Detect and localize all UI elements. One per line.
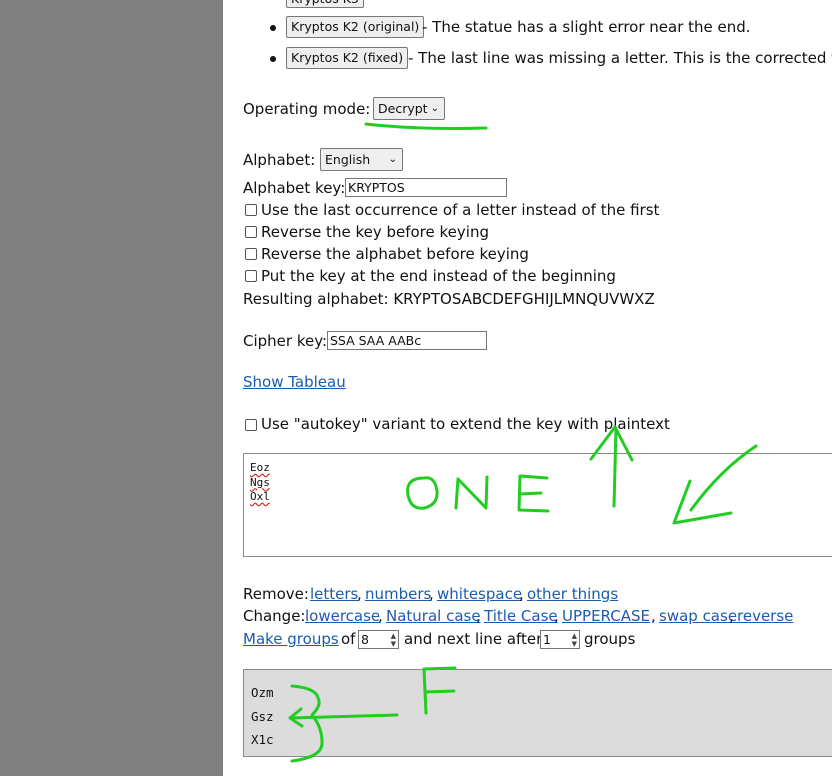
remove-numbers-link[interactable]: numbers xyxy=(365,585,431,603)
comma: , xyxy=(429,585,434,603)
change-reverse-link[interactable]: reverse xyxy=(737,607,793,625)
kryptos-k3-button[interactable]: Kryptos K3 xyxy=(286,0,364,8)
make-groups-link[interactable]: Make groups xyxy=(243,630,339,648)
of-label: of xyxy=(341,630,356,648)
resulting-alphabet: Resulting alphabet: KRYPTOSABCDEFGHIJLMN… xyxy=(243,290,655,308)
input-line: Oxl xyxy=(250,490,270,503)
operating-mode-value: Decrypt xyxy=(378,101,428,116)
chevron-down-icon: ⌄ xyxy=(430,103,439,114)
change-lowercase-link[interactable]: lowercase xyxy=(305,607,380,625)
operating-mode-select[interactable]: Decrypt ⌄ xyxy=(373,97,445,120)
alphabet-value: English xyxy=(325,152,371,167)
next-line-after-label: and next line after xyxy=(404,630,543,648)
output-line: X1c xyxy=(251,732,274,747)
remove-label: Remove: xyxy=(243,585,309,603)
autokey-checkbox[interactable] xyxy=(245,419,257,431)
comma: , xyxy=(554,607,559,625)
reverse-key-checkbox[interactable] xyxy=(245,226,257,238)
comma: , xyxy=(378,607,383,625)
list-bullet xyxy=(270,25,276,31)
show-tableau-link[interactable]: Show Tableau xyxy=(243,373,346,391)
change-uppercase-link[interactable]: UPPERCASE xyxy=(562,607,650,625)
group-size-value: 8 xyxy=(361,632,369,647)
cipher-page: Kryptos K3 Kryptos K2 (original) - The s… xyxy=(223,0,832,776)
key-at-end-checkbox[interactable] xyxy=(245,270,257,282)
change-label: Change: xyxy=(243,607,306,625)
comma: , xyxy=(519,585,524,603)
left-gray-margin xyxy=(0,0,223,776)
reverse-alphabet-checkbox[interactable] xyxy=(245,248,257,260)
stepper-arrows-icon[interactable]: ▲ ▼ xyxy=(572,632,577,648)
kryptos-k2-original-button[interactable]: Kryptos K2 (original) xyxy=(286,16,425,38)
alphabet-key-label: Alphabet key: xyxy=(243,179,346,197)
groups-label: groups xyxy=(584,630,636,648)
groups-count-stepper[interactable]: 1 ▲ ▼ xyxy=(540,630,580,649)
remove-whitespace-link[interactable]: whitespace xyxy=(437,585,522,603)
change-title-case-link[interactable]: Title Case xyxy=(484,607,558,625)
variant-description: - The last line was missing a letter. Th… xyxy=(408,49,832,67)
remove-letters-link[interactable]: letters xyxy=(310,585,358,603)
key-at-end-label: Put the key at the end instead of the be… xyxy=(261,267,616,285)
change-natural-case-link[interactable]: Natural case xyxy=(386,607,481,625)
stepper-arrows-icon[interactable]: ▲ ▼ xyxy=(391,632,396,648)
group-size-stepper[interactable]: 8 ▲ ▼ xyxy=(358,630,399,649)
comma: , xyxy=(651,607,656,625)
output-line: Gsz xyxy=(251,708,274,724)
variant-description: - The statue has a slight error near the… xyxy=(422,18,751,36)
autokey-label: Use "autokey" variant to extend the key … xyxy=(261,415,670,433)
groups-count-value: 1 xyxy=(543,632,551,647)
last-occurrence-label: Use the last occurrence of a letter inst… xyxy=(261,201,660,219)
reverse-key-label: Reverse the key before keying xyxy=(261,223,489,241)
comma: , xyxy=(357,585,362,603)
comma: , xyxy=(729,607,734,625)
kryptos-k2-fixed-button[interactable]: Kryptos K2 (fixed) xyxy=(286,47,409,69)
list-bullet xyxy=(270,56,276,62)
comma: , xyxy=(476,607,481,625)
last-occurrence-checkbox[interactable] xyxy=(245,204,257,216)
remove-other-things-link[interactable]: other things xyxy=(527,585,618,603)
chevron-down-icon: ⌄ xyxy=(388,154,397,165)
output-line: Ozm xyxy=(251,685,274,700)
plaintext-output[interactable]: Ozm Gsz X1c xyxy=(243,669,832,757)
input-line: Eoz xyxy=(250,461,270,474)
alphabet-label: Alphabet: xyxy=(243,151,316,169)
ciphertext-input[interactable]: Eoz Ngs Oxl xyxy=(243,453,832,557)
cipher-key-label: Cipher key: xyxy=(243,332,328,350)
alphabet-select[interactable]: English ⌄ xyxy=(320,148,403,171)
alphabet-key-input[interactable]: KRYPTOS xyxy=(345,178,507,197)
change-swap-case-link[interactable]: swap case xyxy=(659,607,737,625)
cipher-key-input[interactable]: SSA SAA AABc xyxy=(327,331,487,350)
reverse-alphabet-label: Reverse the alphabet before keying xyxy=(261,245,529,263)
input-line: Ngs xyxy=(250,475,270,489)
operating-mode-label: Operating mode: xyxy=(243,100,371,118)
